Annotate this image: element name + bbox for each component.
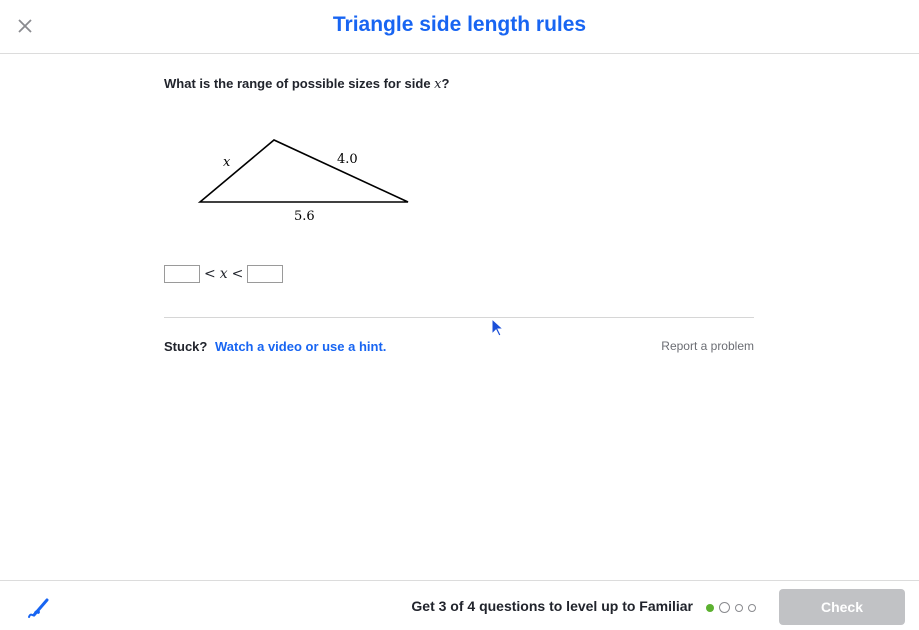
side-label-x: x <box>223 155 231 170</box>
progress-text: Get 3 of 4 questions to level up to Fami… <box>411 598 693 614</box>
upper-bound-input[interactable] <box>247 265 284 283</box>
divider <box>164 317 754 318</box>
progress-dot-current <box>719 602 730 613</box>
progress-dot-pending <box>748 603 756 612</box>
lower-bound-input[interactable] <box>164 265 200 283</box>
header-bar: Triangle side length rules <box>0 0 919 54</box>
question-prompt: What is the range of possible sizes for … <box>164 76 449 92</box>
inequality-variable: x <box>219 266 228 282</box>
scratchpad-pencil-icon[interactable] <box>26 595 52 621</box>
hint-link[interactable]: Watch a video or use a hint. <box>215 339 386 354</box>
side-label-right: 4.0 <box>337 152 358 167</box>
report-problem-link[interactable]: Report a problem <box>661 339 754 353</box>
progress-dot-correct <box>706 603 714 612</box>
question-variable: x <box>434 77 442 92</box>
page-title: Triangle side length rules <box>332 13 587 36</box>
triangle-diagram: x 4.0 5.6 <box>197 139 409 224</box>
stuck-label: Stuck? <box>164 339 208 354</box>
question-suffix: ? <box>441 76 450 91</box>
progress-dots <box>706 602 761 613</box>
mouse-cursor-icon <box>491 318 504 337</box>
answer-inequality: < x < <box>164 264 284 284</box>
less-than-operator-left: < <box>204 266 216 282</box>
side-label-bottom: 5.6 <box>294 209 315 224</box>
check-button[interactable]: Check <box>779 589 905 625</box>
progress-dot-pending <box>735 603 743 612</box>
less-than-operator-right: < <box>231 266 244 282</box>
help-row: Stuck? Watch a video or use a hint. <box>164 339 386 354</box>
triangle-shape <box>197 139 409 203</box>
question-text: What is the range of possible sizes for … <box>164 76 435 91</box>
footer-bar: Get 3 of 4 questions to level up to Fami… <box>0 580 919 630</box>
